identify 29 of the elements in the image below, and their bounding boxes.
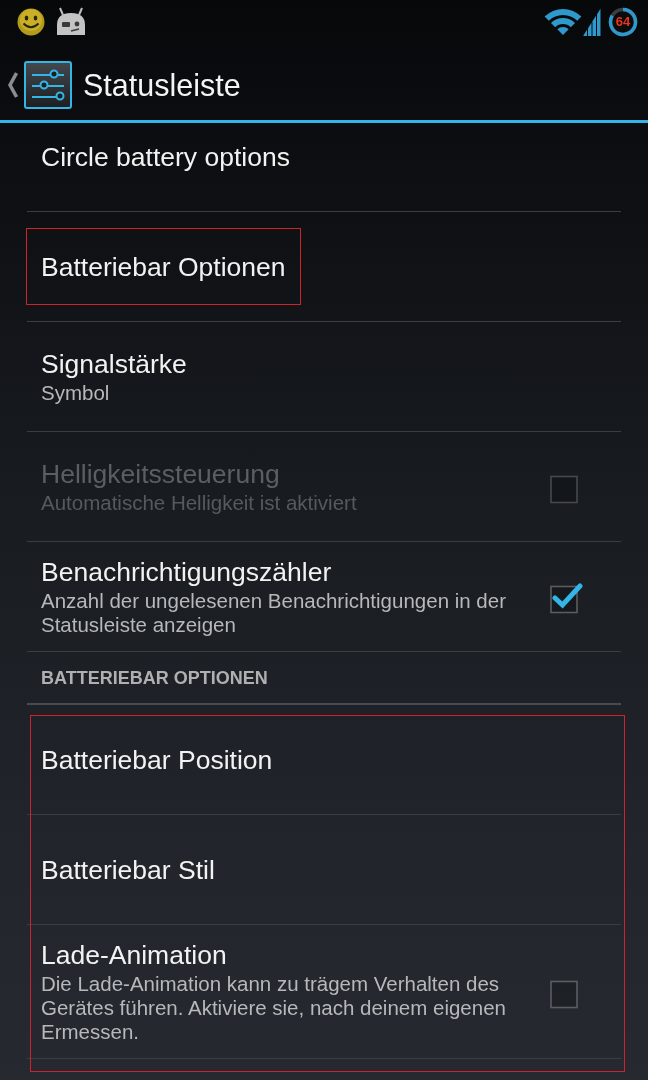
preference-item[interactable]: Benachrichtigungszähler Anzahl der ungelesenen Benachrichtigungen in der Statusleiste anzeigen xyxy=(27,542,621,652)
preference-summary: Die Lade-Animation kann zu trägem Verhalten des Gerätes führen. Aktiviere sie, nach deinem eigenen Ermessen. xyxy=(41,972,507,1044)
preference-title: Batteriebar Position xyxy=(41,743,273,776)
preference-item[interactable]: Batteriebar Position xyxy=(27,705,621,815)
battery-percentage: 64 xyxy=(615,15,631,29)
preference-summary: Anzahl der ungelesenen Benachrichtigungen in der Statusleiste anzeigen xyxy=(41,589,507,637)
preference-summary: Automatische Helligkeit ist aktiviert xyxy=(41,491,357,515)
smiley-icon xyxy=(17,8,45,36)
preference-item[interactable]: Batteriebar Stil xyxy=(27,815,621,925)
sliders-app-icon xyxy=(24,61,72,109)
screen-title: Statusleiste xyxy=(83,67,241,103)
preference-title: Signalstärke xyxy=(41,348,187,380)
preference-item[interactable]: Signalstärke Symbol xyxy=(27,322,621,432)
back-icon[interactable] xyxy=(8,71,18,99)
preference-item[interactable]: Batteriebar Optionen xyxy=(27,212,621,322)
preference-summary: Symbol xyxy=(41,381,110,405)
preference-title: Benachrichtigungszähler xyxy=(41,556,332,588)
preference-title: Helligkeitssteuerung xyxy=(41,458,280,490)
wifi-icon xyxy=(544,8,582,36)
robot-head-icon xyxy=(55,7,87,37)
preference-title: Batteriebar Stil xyxy=(41,853,215,886)
preference-title: Circle battery options xyxy=(41,140,290,173)
preference-title: Lade-Animation xyxy=(41,939,227,971)
preference-item[interactable]: Lade-Animation Die Lade-Animation kann zu trägem Verhalten des Gerätes führen. Aktiviere sie, nach deinem eigenen Ermessen. xyxy=(27,925,621,1059)
signal-icon xyxy=(583,8,601,36)
preference-item[interactable]: Circle battery options xyxy=(27,123,621,212)
preference-title: Batteriebar Optionen xyxy=(41,250,286,283)
section-header-text: BATTERIEBAR OPTIONEN xyxy=(41,668,268,689)
battery-ring-icon xyxy=(608,7,638,37)
